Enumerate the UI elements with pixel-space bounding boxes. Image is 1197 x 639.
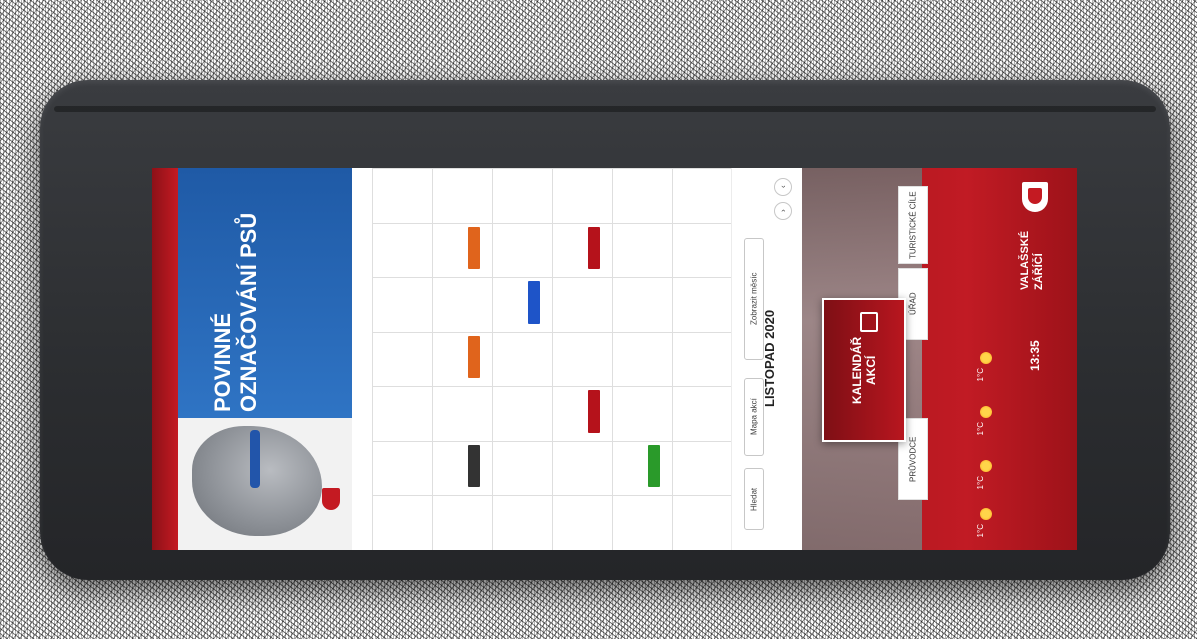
calendar-event[interactable]	[648, 444, 660, 488]
calendar-column-line	[432, 168, 433, 550]
weather-temp: 1°C	[976, 368, 985, 382]
brand-header: VALAŠSKÉ ZÁŘÍČÍ 13:35	[1002, 176, 1072, 542]
weather-day-3: 1°C	[972, 454, 1002, 494]
calendar-event[interactable]	[468, 226, 480, 270]
kiosk-rim	[54, 106, 1156, 112]
poster-panel: POVINNÉ OZNAČOVÁNÍ PSŮ	[152, 168, 353, 550]
calendar-events-tile[interactable]: KALENDÁŘ AKCÍ	[822, 298, 906, 442]
poster-body-text	[264, 188, 334, 408]
calendar-event[interactable]	[528, 281, 540, 324]
brand-crest-icon	[1022, 182, 1048, 212]
brand-name: VALAŠSKÉ ZÁŘÍČÍ	[1019, 230, 1045, 290]
calendar-row-line	[372, 440, 732, 442]
calendar-column-line	[672, 168, 673, 550]
show-month-select[interactable]: Zobrazit měsíc	[744, 238, 764, 360]
next-month-button[interactable]: ›	[774, 202, 792, 220]
calendar-row-line	[372, 331, 732, 333]
weather-temp: 1°C	[976, 524, 985, 538]
calendar-event[interactable]	[588, 226, 600, 270]
weather-temp: 1°C	[976, 476, 985, 490]
calendar-column-line	[372, 168, 373, 550]
prev-month-button[interactable]: ‹	[774, 178, 792, 196]
calendar-row-line	[372, 168, 732, 169]
calendar-row-line	[372, 386, 732, 388]
poster-red-bar	[152, 168, 178, 550]
calendar-column-line	[492, 168, 493, 550]
clock-time: 13:35	[1028, 340, 1042, 371]
events-map-button[interactable]: Mapa akcí	[744, 378, 764, 456]
tourist-spots-tile[interactable]: TURISTICKÉ CÍLE	[898, 186, 928, 264]
weather-sun-icon	[980, 508, 992, 520]
calendar-header: LISTOPAD 2020	[731, 168, 802, 550]
sidebar: TURISTICKÉ CÍLE ÚŘAD PRŮVODCE KALENDÁŘ A…	[802, 168, 1077, 550]
month-title: LISTOPAD 2020	[762, 309, 777, 407]
calendar-view: LISTOPAD 2020 Hledat Mapa akcí Zobrazit …	[352, 168, 802, 550]
weather-day-2: 1°C	[972, 400, 1002, 440]
weather-sun-icon	[980, 352, 992, 364]
calendar-event[interactable]	[468, 444, 480, 488]
weather-day-4: 1°C	[972, 502, 1002, 542]
calendar-icon	[860, 312, 878, 332]
dog-collar	[250, 430, 260, 488]
calendar-row-line	[372, 222, 732, 224]
calendar-column-line	[552, 168, 553, 550]
calendar-event[interactable]	[588, 390, 600, 433]
search-button[interactable]: Hledat	[744, 468, 764, 530]
kiosk-device: POVINNÉ OZNAČOVÁNÍ PSŮ LISTOPAD 2020 Hle…	[40, 80, 1170, 580]
calendar-column-line	[612, 168, 613, 550]
weather-day-1: 1°C	[972, 346, 1002, 386]
town-crest-icon	[322, 488, 340, 510]
weather-sun-icon	[980, 406, 992, 418]
calendar-row-line	[372, 277, 732, 279]
calendar-event[interactable]	[468, 335, 480, 379]
calendar-grid	[372, 168, 733, 550]
weather-sun-icon	[980, 460, 992, 472]
calendar-row-line	[372, 495, 732, 497]
kiosk-screen: POVINNÉ OZNAČOVÁNÍ PSŮ LISTOPAD 2020 Hle…	[152, 168, 1077, 550]
calendar-events-label: KALENDÁŘ AKCÍ	[850, 336, 878, 404]
weather-temp: 1°C	[976, 422, 985, 436]
